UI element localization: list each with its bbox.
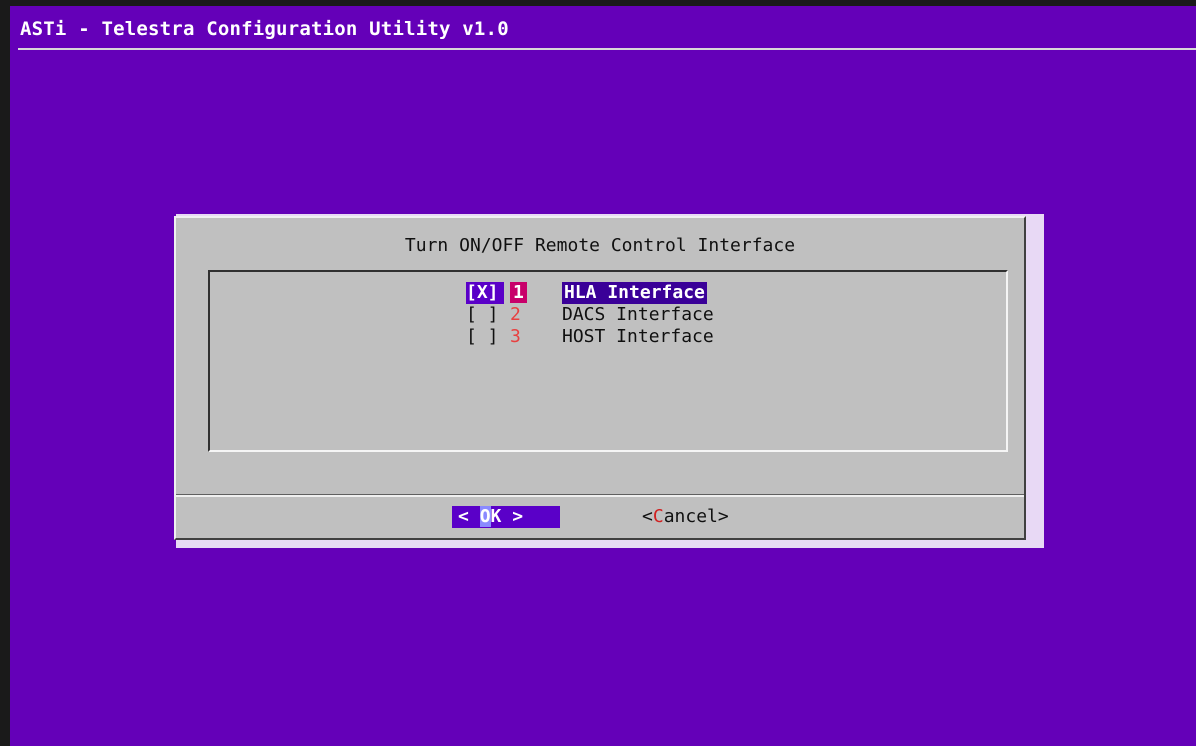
checklist-dialog: Turn ON/OFF Remote Control Interface [X]…: [174, 216, 1026, 540]
checkbox[interactable]: [ ]: [466, 304, 510, 326]
button-divider: [176, 494, 1024, 497]
item-label: HOST Interface: [562, 326, 714, 347]
checkbox[interactable]: [X]: [466, 282, 504, 304]
list-item-host-interface[interactable]: [ ] 3 HOST Interface: [466, 326, 714, 348]
item-tag: 2: [510, 304, 521, 325]
item-label: DACS Interface: [562, 304, 714, 325]
item-tag: 3: [510, 326, 521, 347]
item-label: HLA Interface: [562, 282, 707, 304]
item-tag: 1: [510, 282, 562, 304]
dialog-title: Turn ON/OFF Remote Control Interface: [404, 235, 796, 256]
checkbox[interactable]: [ ]: [466, 326, 510, 348]
checklist-box: [X] 1 HLA Interface [ ] 2 DACS Interface…: [208, 270, 1008, 452]
title-divider: [18, 48, 1196, 50]
checklist-items: [X] 1 HLA Interface [ ] 2 DACS Interface…: [466, 282, 714, 348]
list-item-dacs-interface[interactable]: [ ] 2 DACS Interface: [466, 304, 714, 326]
app-title: ASTi - Telestra Configuration Utility v1…: [20, 18, 509, 40]
ok-button[interactable]: < OK >: [452, 506, 560, 528]
list-item-hla-interface[interactable]: [X] 1 HLA Interface: [466, 282, 714, 304]
cancel-button[interactable]: <Cancel>: [642, 506, 729, 528]
